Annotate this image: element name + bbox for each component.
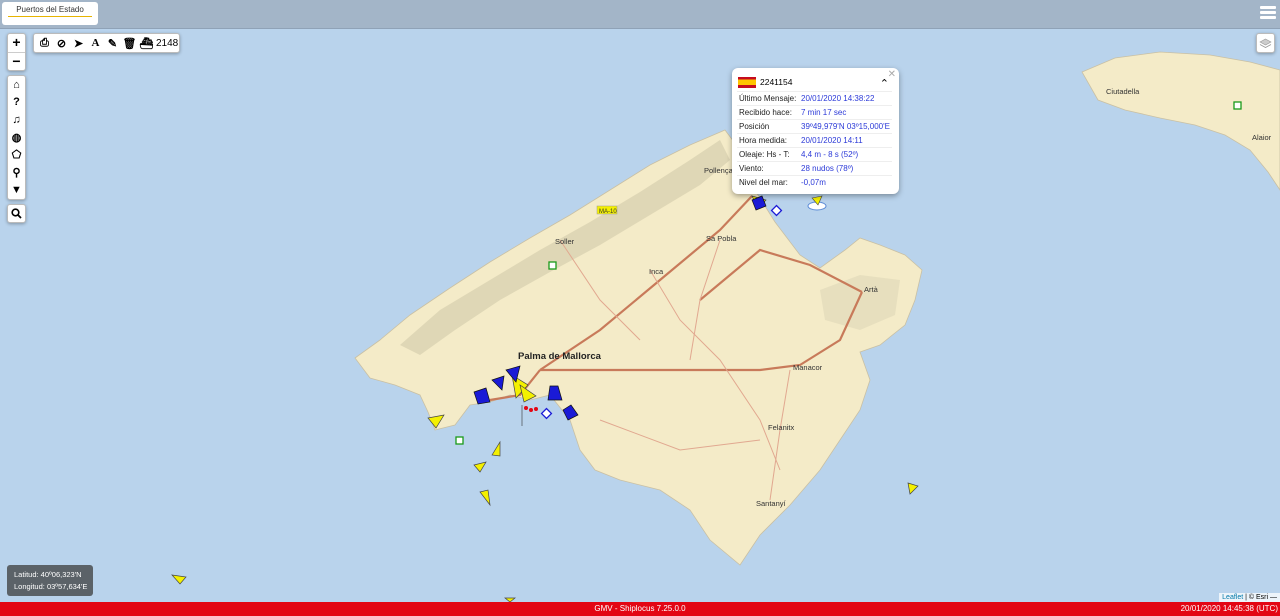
logo-text: Puertos del Estado (16, 5, 84, 14)
print-icon[interactable]: ⎙ (37, 36, 52, 51)
label-palma: Palma de Mallorca (518, 351, 602, 362)
globe-icon[interactable]: ◍ (8, 129, 25, 147)
location-pin-icon[interactable]: ⚲ (8, 164, 25, 182)
label-soller: Soller (555, 237, 575, 246)
label-manacor: Manacor (793, 363, 823, 372)
zoom-in-button[interactable]: + (8, 34, 25, 53)
station-marker (548, 261, 557, 270)
zoom-out-button[interactable]: − (8, 53, 25, 71)
station-marker (1233, 101, 1242, 110)
attribution-text: | © Esri — (1243, 594, 1277, 601)
label-alaior: Alaior (1252, 133, 1272, 142)
side-toolbar: ⌂ ? ♫ ◍ ⬠ ⚲ ▼ (7, 75, 26, 200)
top-bar: Puertos del Estado (0, 0, 1280, 29)
home-icon[interactable]: ⌂ (8, 76, 25, 94)
footer-version: GMV - Shiplocus 7.25.0.0 (594, 604, 686, 613)
road-shield: MA-10 (596, 205, 617, 215)
station-marker (455, 436, 464, 445)
map-toolbar: ⎙ ⊘ ➤ A ✎ 🗑 ⛴ 2148 (33, 33, 180, 53)
vessel-count: 2148 (156, 37, 179, 49)
help-icon[interactable]: ? (8, 94, 25, 112)
popup-id: 2241154 (760, 77, 793, 87)
map[interactable]: Palma de Mallorca Soller Pollença Sa Pob… (0, 29, 1280, 602)
table-row: Último Mensaje: 20/01/2020 14:38:22 (737, 91, 892, 106)
vessel-popup: 2241154 ✕ ⌃ Último Mensaje: 20/01/2020 14… (732, 68, 899, 194)
footer-datetime: 20/01/2020 14:45:38 (UTC) (1180, 604, 1278, 613)
label-ciutadella: Ciutadella (1106, 87, 1140, 96)
logo[interactable]: Puertos del Estado (2, 2, 98, 25)
longitude-text: Longitud: 03º57,634'E (14, 582, 88, 591)
popup-header: 2241154 (738, 75, 893, 89)
compass-icon[interactable]: ⊘ (54, 36, 69, 51)
latitude-text: Latitud: 40º06,323'N (14, 570, 82, 579)
pencil-icon[interactable]: ✎ (105, 36, 120, 51)
attribution: Leaflet | © Esri — (1219, 593, 1280, 602)
hamburger-menu-icon[interactable] (1260, 4, 1276, 24)
footer-bar: GMV - Shiplocus 7.25.0.0 20/01/2020 14:4… (0, 602, 1280, 616)
coordinate-readout: Latitud: 40º06,323'N Longitud: 03º57,634… (7, 565, 93, 596)
table-row: Hora medida: 20/01/2020 14:11 (737, 133, 892, 148)
table-row: Viento: 28 nudos (78º) (737, 161, 892, 176)
zoom-control: + − (7, 33, 26, 71)
ship-icon[interactable]: ⛴ (139, 36, 154, 51)
text-icon[interactable]: A (88, 36, 103, 51)
trash-icon[interactable]: 🗑 (122, 36, 137, 51)
spain-flag-icon (738, 76, 756, 88)
bell-icon[interactable]: ♫ (8, 111, 25, 129)
popup-table: Último Mensaje: 20/01/2020 14:38:22 Recib… (737, 91, 892, 189)
table-row: Oleaje: Hs - T: 4,4 m - 8 s (52º) (737, 147, 892, 162)
chevron-up-icon[interactable]: ⌃ (880, 77, 889, 90)
label-felanitx: Felanitx (768, 423, 795, 432)
label-inca: Inca (649, 267, 664, 276)
svg-text:MA-10: MA-10 (599, 209, 617, 215)
search-icon[interactable] (7, 204, 26, 223)
table-row: Nivel del mar: -0,07m (737, 175, 892, 189)
polygon-icon[interactable]: ⬠ (8, 146, 25, 164)
label-pollenca: Pollença (704, 166, 734, 175)
logo-underline (8, 16, 92, 17)
table-row: Posición 39º49,979'N 03º15,000'E (737, 119, 892, 134)
layers-icon[interactable] (1256, 33, 1275, 53)
navigate-arrow-icon[interactable]: ➤ (71, 36, 86, 51)
leaflet-link[interactable]: Leaflet (1222, 594, 1243, 601)
label-santanyi: Santanyí (756, 499, 787, 508)
label-arta: Artà (864, 285, 879, 294)
table-row: Recibido hace: 7 min 17 sec (737, 105, 892, 120)
label-sa-pobla: Sa Pobla (706, 234, 737, 243)
filter-icon[interactable]: ▼ (8, 181, 25, 199)
